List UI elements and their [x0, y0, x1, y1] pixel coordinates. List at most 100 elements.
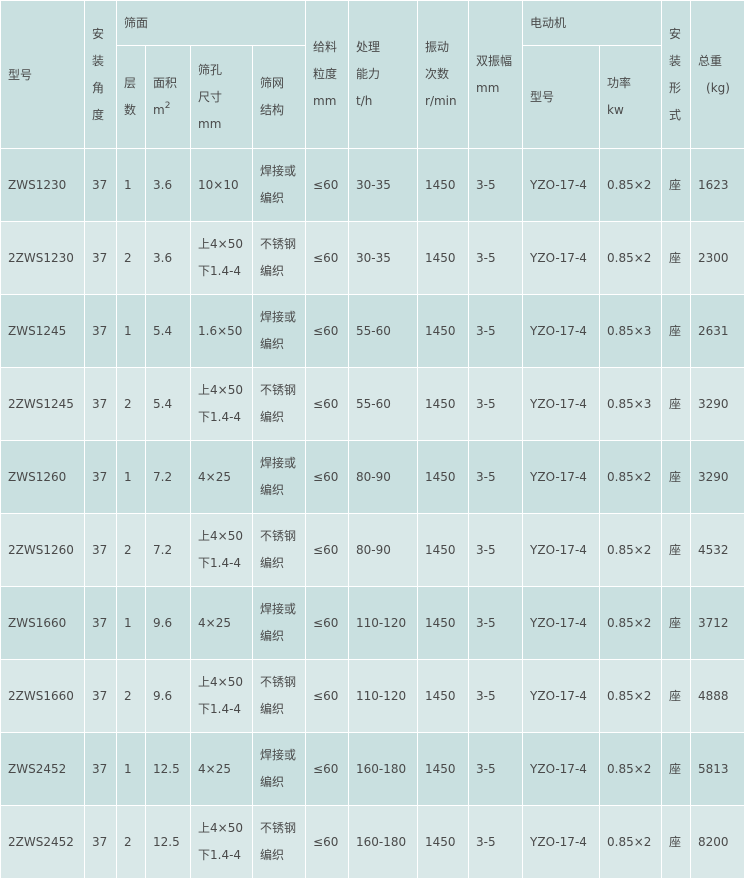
cell-feed: ≤60 [306, 149, 349, 222]
table-row: ZWS12303713.610×10焊接或编织≤6030-3514503-5YZ… [1, 149, 744, 222]
header-amplitude: 双振幅mm [469, 1, 523, 149]
cell-mount: 座 [662, 514, 691, 587]
table-row: ZWS16603719.64×25焊接或编织≤60110-12014503-5Y… [1, 587, 744, 660]
cell-feed: ≤60 [306, 441, 349, 514]
cell-aperture: 上4×50下1.4-4 [191, 368, 253, 441]
cell-weight: 4532 [691, 514, 744, 587]
cell-motor: YZO-17-4 [523, 441, 600, 514]
table-row: 2ZWS12453725.4上4×50下1.4-4不锈钢编织≤6055-6014… [1, 368, 744, 441]
cell-area: 7.2 [146, 514, 191, 587]
cell-aperture: 4×25 [191, 441, 253, 514]
cell-layers: 1 [117, 733, 146, 806]
spec-table: 型号 安装角度 筛面 给料粒度mm 处理能力t/h 振动次数r/min 双振幅m… [0, 0, 744, 879]
cell-vibration: 1450 [418, 441, 469, 514]
cell-weight: 3290 [691, 368, 744, 441]
cell-angle: 37 [85, 149, 117, 222]
cell-angle: 37 [85, 295, 117, 368]
cell-angle: 37 [85, 441, 117, 514]
cell-capacity: 55-60 [349, 295, 418, 368]
cell-amplitude: 3-5 [469, 222, 523, 295]
cell-model: 2ZWS1260 [1, 514, 85, 587]
cell-layers: 1 [117, 149, 146, 222]
cell-vibration: 1450 [418, 514, 469, 587]
header-weight: 总重(kg) [691, 1, 744, 149]
cell-power: 0.85×3 [600, 295, 662, 368]
cell-area: 9.6 [146, 660, 191, 733]
cell-capacity: 110-120 [349, 660, 418, 733]
cell-motor: YZO-17-4 [523, 587, 600, 660]
cell-area: 3.6 [146, 149, 191, 222]
cell-model: ZWS1260 [1, 441, 85, 514]
cell-area: 5.4 [146, 368, 191, 441]
cell-vibration: 1450 [418, 295, 469, 368]
cell-weight: 2300 [691, 222, 744, 295]
cell-capacity: 80-90 [349, 514, 418, 587]
cell-power: 0.85×2 [600, 222, 662, 295]
cell-aperture: 上4×50下1.4-4 [191, 514, 253, 587]
cell-mount: 座 [662, 368, 691, 441]
table-row: ZWS245237112.54×25焊接或编织≤60160-18014503-5… [1, 733, 744, 806]
cell-feed: ≤60 [306, 733, 349, 806]
cell-model: 2ZWS2452 [1, 806, 85, 879]
header-motor-model: 型号 [523, 46, 600, 149]
table-row: 2ZWS12603727.2上4×50下1.4-4不锈钢编织≤6080-9014… [1, 514, 744, 587]
cell-aperture: 10×10 [191, 149, 253, 222]
cell-vibration: 1450 [418, 368, 469, 441]
cell-power: 0.85×2 [600, 514, 662, 587]
cell-area: 7.2 [146, 441, 191, 514]
cell-vibration: 1450 [418, 660, 469, 733]
cell-capacity: 160-180 [349, 806, 418, 879]
cell-mount: 座 [662, 295, 691, 368]
cell-angle: 37 [85, 368, 117, 441]
cell-amplitude: 3-5 [469, 587, 523, 660]
cell-aperture: 上4×50下1.4-4 [191, 660, 253, 733]
cell-amplitude: 3-5 [469, 149, 523, 222]
cell-amplitude: 3-5 [469, 660, 523, 733]
header-area: 面积m2 [146, 46, 191, 149]
cell-weight: 8200 [691, 806, 744, 879]
cell-angle: 37 [85, 806, 117, 879]
table-row: 2ZWS245237212.5上4×50下1.4-4不锈钢编织≤60160-18… [1, 806, 744, 879]
cell-mesh: 不锈钢编织 [253, 806, 306, 879]
cell-amplitude: 3-5 [469, 441, 523, 514]
cell-layers: 2 [117, 806, 146, 879]
cell-motor: YZO-17-4 [523, 368, 600, 441]
cell-model: 2ZWS1245 [1, 368, 85, 441]
cell-aperture: 4×25 [191, 733, 253, 806]
cell-vibration: 1450 [418, 733, 469, 806]
cell-layers: 1 [117, 295, 146, 368]
header-mount: 安装形式 [662, 1, 691, 149]
cell-mesh: 不锈钢编织 [253, 514, 306, 587]
cell-layers: 1 [117, 587, 146, 660]
cell-model: ZWS1245 [1, 295, 85, 368]
cell-vibration: 1450 [418, 587, 469, 660]
cell-area: 3.6 [146, 222, 191, 295]
cell-mount: 座 [662, 587, 691, 660]
cell-amplitude: 3-5 [469, 295, 523, 368]
cell-model: 2ZWS1230 [1, 222, 85, 295]
cell-motor: YZO-17-4 [523, 660, 600, 733]
cell-layers: 2 [117, 222, 146, 295]
cell-capacity: 30-35 [349, 149, 418, 222]
cell-motor: YZO-17-4 [523, 295, 600, 368]
header-capacity: 处理能力t/h [349, 1, 418, 149]
cell-feed: ≤60 [306, 587, 349, 660]
cell-capacity: 30-35 [349, 222, 418, 295]
cell-mount: 座 [662, 222, 691, 295]
header-feed: 给料粒度mm [306, 1, 349, 149]
table-body: ZWS12303713.610×10焊接或编织≤6030-3514503-5YZ… [1, 149, 744, 879]
cell-feed: ≤60 [306, 514, 349, 587]
cell-amplitude: 3-5 [469, 806, 523, 879]
cell-weight: 3712 [691, 587, 744, 660]
cell-weight: 4888 [691, 660, 744, 733]
cell-capacity: 110-120 [349, 587, 418, 660]
header-model: 型号 [1, 1, 85, 149]
cell-mesh: 焊接或编织 [253, 149, 306, 222]
header-screen-surface: 筛面 [117, 1, 306, 46]
cell-mesh: 不锈钢编织 [253, 222, 306, 295]
cell-mesh: 焊接或编织 [253, 295, 306, 368]
cell-mesh: 焊接或编织 [253, 441, 306, 514]
cell-power: 0.85×2 [600, 587, 662, 660]
cell-area: 12.5 [146, 733, 191, 806]
cell-power: 0.85×2 [600, 806, 662, 879]
